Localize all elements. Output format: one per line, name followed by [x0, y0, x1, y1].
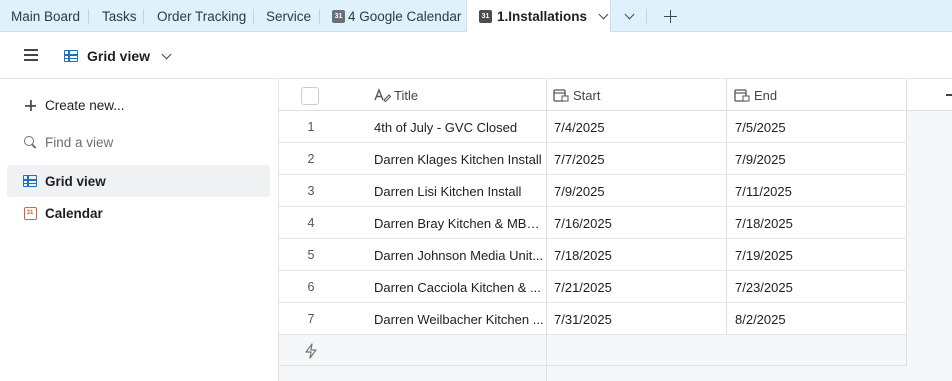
- row-number: 6: [307, 280, 315, 294]
- tab-label: Tasks: [102, 8, 137, 24]
- row-number: 2: [307, 152, 315, 166]
- cell-title[interactable]: 4th of July - GVC Closed: [374, 120, 544, 135]
- sidebar-item-calendar[interactable]: 31 Calendar: [7, 197, 270, 229]
- column-divider: [906, 79, 907, 366]
- cell-title[interactable]: Darren Lisi Kitchen Install: [374, 184, 544, 199]
- records-grid: Title Start End 1 4th of July - GVC Clos…: [279, 79, 952, 381]
- cell-start[interactable]: 7/4/2025: [554, 120, 605, 135]
- column-label: End: [754, 87, 778, 103]
- cell-title[interactable]: Darren Klages Kitchen Install: [374, 152, 544, 167]
- date-field-icon: [734, 89, 750, 102]
- date-field-icon: [553, 89, 569, 102]
- tab-tasks[interactable]: Tasks: [89, 0, 144, 32]
- table-row[interactable]: 6 Darren Cacciola Kitchen & ... 7/21/202…: [279, 271, 907, 303]
- table-row[interactable]: 5 Darren Johnson Media Unit... 7/18/2025…: [279, 239, 907, 271]
- view-switcher[interactable]: Grid view: [64, 46, 172, 66]
- tab-label: Service: [266, 8, 312, 24]
- frozen-column-divider: [546, 79, 547, 381]
- cell-start[interactable]: 7/16/2025: [554, 216, 612, 231]
- table-row[interactable]: 4 Darren Bray Kitchen & MBa... 7/16/2025…: [279, 207, 907, 239]
- grid-header: Title Start End: [279, 79, 907, 111]
- cell-start[interactable]: 7/18/2025: [554, 248, 612, 263]
- add-table-button[interactable]: [647, 0, 693, 32]
- tab-label: 1.Installations: [497, 9, 588, 24]
- table-row[interactable]: 2 Darren Klages Kitchen Install 7/7/2025…: [279, 143, 907, 175]
- chevron-down-icon: [161, 49, 172, 59]
- cell-start[interactable]: 7/31/2025: [554, 312, 612, 327]
- column-header-title[interactable]: Title: [374, 79, 418, 111]
- column-header-end[interactable]: End: [734, 79, 777, 111]
- cell-title[interactable]: Darren Cacciola Kitchen & ...: [374, 280, 544, 295]
- cell-end[interactable]: 8/2/2025: [735, 312, 786, 327]
- sidebar-item-grid-view[interactable]: Grid view: [7, 165, 270, 197]
- tab-service[interactable]: Service: [254, 0, 320, 32]
- add-record-row[interactable]: [279, 335, 907, 366]
- grid-icon: [64, 50, 78, 62]
- cell-end[interactable]: 7/18/2025: [735, 216, 793, 231]
- tab-label: Order Tracking: [157, 8, 247, 24]
- row-number: 1: [307, 120, 315, 134]
- select-all-checkbox[interactable]: [301, 87, 319, 105]
- row-number: 7: [307, 312, 315, 326]
- tab-label: Main Board: [11, 8, 81, 24]
- chevron-down-icon: [624, 9, 634, 19]
- menu-icon[interactable]: [24, 49, 38, 61]
- plus-icon: [946, 94, 952, 96]
- cell-title[interactable]: Darren Weilbacher Kitchen ...: [374, 312, 544, 327]
- cell-start[interactable]: 7/7/2025: [554, 152, 605, 167]
- create-view-button[interactable]: Create new...: [7, 89, 270, 121]
- column-divider: [726, 79, 727, 335]
- cell-end[interactable]: 7/9/2025: [735, 152, 786, 167]
- tab-main-board[interactable]: Main Board: [0, 0, 89, 32]
- plus-icon: [23, 99, 37, 112]
- calendar-icon: 31: [332, 9, 345, 23]
- create-view-label: Create new...: [45, 97, 125, 113]
- sidebar-item-label: Grid view: [45, 173, 106, 189]
- all-tables-dropdown[interactable]: [611, 0, 647, 32]
- cell-start[interactable]: 7/21/2025: [554, 280, 612, 295]
- tab-google-calendar[interactable]: 31 4 Google Calendar: [320, 0, 466, 32]
- find-view-input[interactable]: Find a view: [7, 126, 270, 158]
- cell-end[interactable]: 7/19/2025: [735, 248, 793, 263]
- column-label: Title: [394, 87, 419, 103]
- calendar-icon: 31: [479, 10, 492, 23]
- text-field-icon: [374, 88, 392, 102]
- cell-end[interactable]: 7/5/2025: [735, 120, 786, 135]
- row-number: 5: [307, 248, 315, 262]
- view-sidebar: Create new... Find a view Grid view 31 C…: [0, 79, 279, 381]
- table-row[interactable]: 3 Darren Lisi Kitchen Install 7/9/2025 7…: [279, 175, 907, 207]
- add-field-button[interactable]: [907, 79, 952, 111]
- cell-title[interactable]: Darren Bray Kitchen & MBa...: [374, 216, 544, 231]
- find-view-placeholder: Find a view: [45, 134, 114, 150]
- row-number: 3: [307, 184, 315, 198]
- calendar-icon: 31: [23, 206, 37, 220]
- sidebar-item-label: Calendar: [45, 205, 103, 221]
- table-tab-bar: Main Board Tasks Order Tracking Service …: [0, 0, 952, 33]
- search-icon: [23, 136, 37, 148]
- cell-start[interactable]: 7/9/2025: [554, 184, 605, 199]
- table-row[interactable]: 1 4th of July - GVC Closed 7/4/2025 7/5/…: [279, 111, 907, 143]
- cell-end[interactable]: 7/23/2025: [735, 280, 793, 295]
- grid-icon: [23, 175, 37, 187]
- tab-order-tracking[interactable]: Order Tracking: [144, 0, 254, 32]
- column-label: Start: [573, 87, 601, 103]
- plus-icon: [663, 9, 677, 23]
- chevron-down-icon[interactable]: [598, 9, 609, 20]
- view-name: Grid view: [87, 48, 151, 64]
- cell-end[interactable]: 7/11/2025: [735, 184, 792, 199]
- tab-installations[interactable]: 31 1.Installations: [466, 0, 611, 33]
- lightning-icon[interactable]: [304, 343, 318, 359]
- cell-title[interactable]: Darren Johnson Media Unit...: [374, 248, 544, 263]
- column-header-start[interactable]: Start: [553, 79, 600, 111]
- tab-label: 4 Google Calendar: [348, 8, 462, 24]
- view-bar: Grid view: [0, 32, 952, 79]
- row-number: 4: [307, 216, 315, 230]
- table-row[interactable]: 7 Darren Weilbacher Kitchen ... 7/31/202…: [279, 303, 907, 335]
